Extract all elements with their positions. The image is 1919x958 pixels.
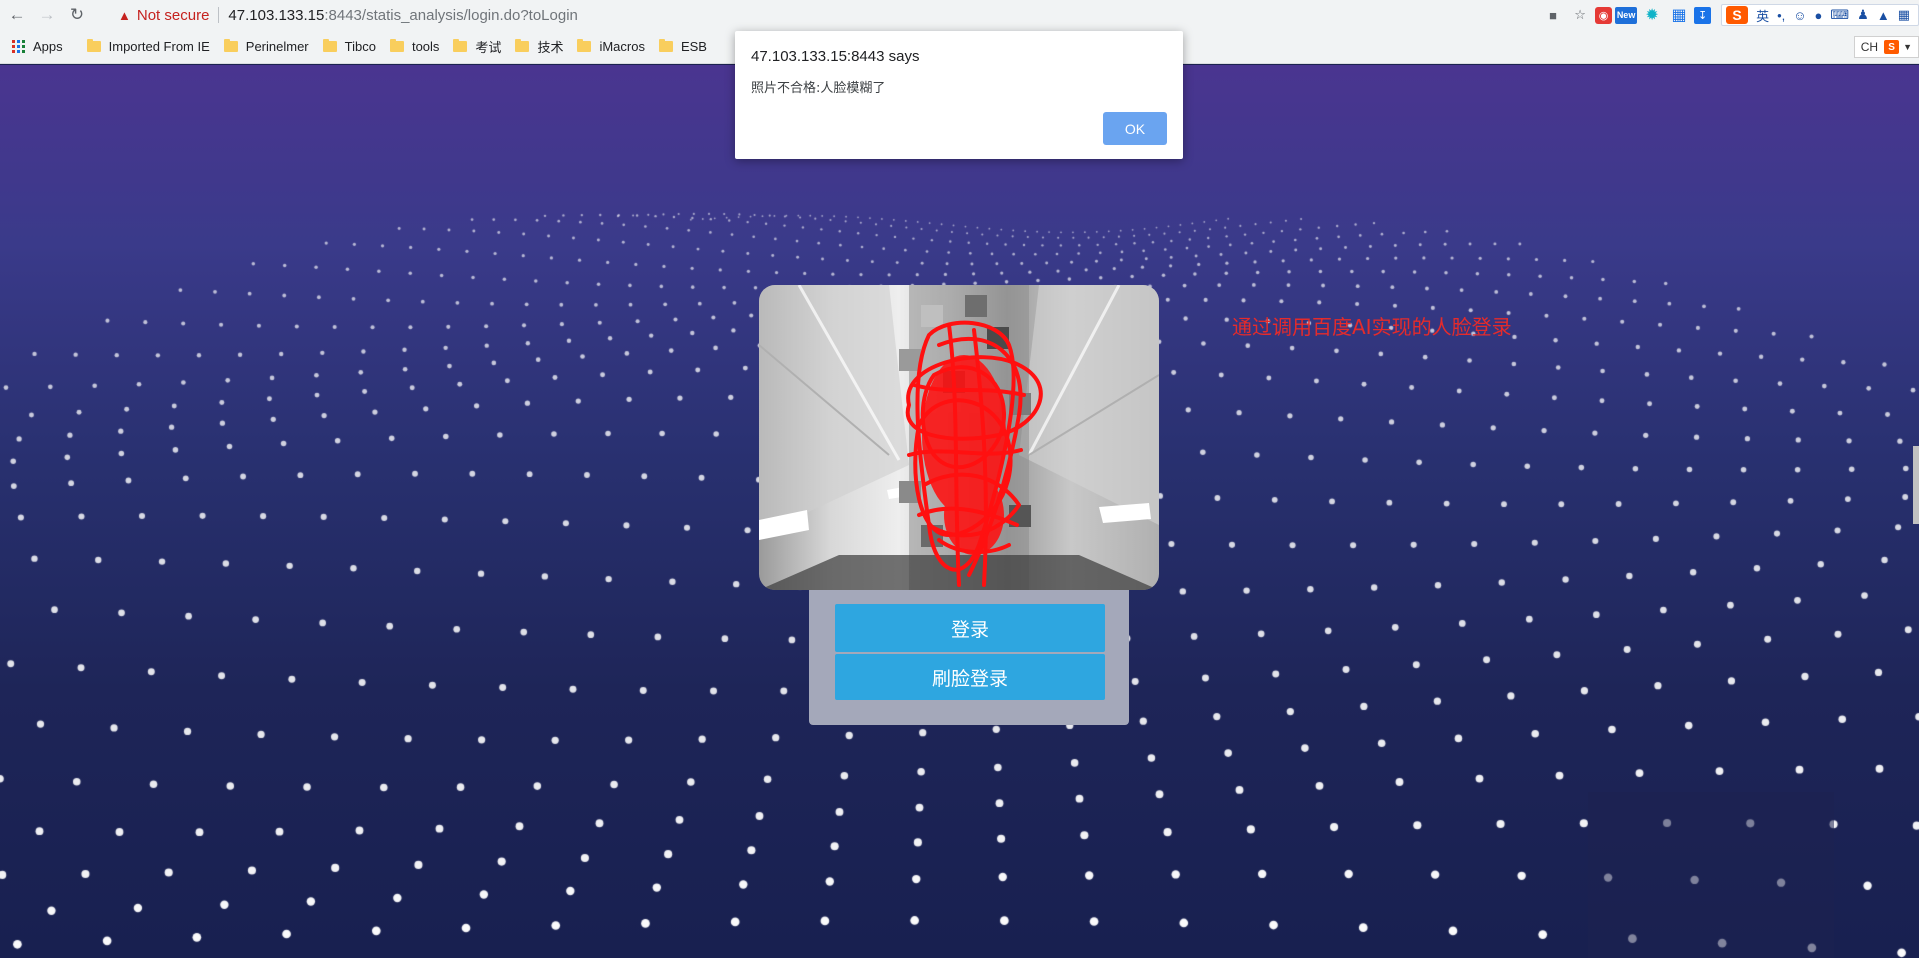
warning-icon: ▲ [118, 7, 131, 23]
folder-icon [223, 39, 238, 52]
address-bar[interactable]: ▲ Not secure 47.103.133.15:8443/statis_a… [108, 3, 1468, 27]
back-icon[interactable]: ← [4, 2, 30, 28]
sogou-logo-icon: S [1726, 6, 1749, 24]
forward-icon[interactable]: → [34, 2, 60, 28]
bookmark-label: ESB [680, 39, 707, 54]
bookmark-tools[interactable]: tools [389, 39, 440, 54]
toolbar-extensions: ■ ☆ ◉ New ✹ ▦ ↧ S 英 •, ☺ ● ⌨ ♟ ▲ ▦ [1538, 0, 1919, 30]
bookmark-perinelmer[interactable]: Perinelmer [223, 39, 309, 54]
bookmark-esb[interactable]: ESB [658, 39, 707, 54]
keyboard-icon[interactable]: ⌨ [1830, 7, 1849, 23]
scrollbar-thumb[interactable] [1913, 446, 1919, 524]
reload-icon[interactable]: ↻ [64, 2, 90, 28]
chevron-down-icon: ▼ [1903, 42, 1912, 52]
bookmark-label: Apps [33, 39, 63, 54]
bookmark-label: 考试 [475, 40, 502, 55]
face-login-annotation: 通过调用百度AI实现的人脸登录 [1232, 315, 1512, 339]
dialog-title: 47.103.133.15:8443 says [751, 48, 920, 65]
apps-grid-icon [12, 40, 25, 53]
login-button[interactable]: 登录 [835, 604, 1105, 652]
input-indicator[interactable]: CH S ▼ [1853, 36, 1919, 58]
bookmark-label: Tibco [344, 39, 376, 54]
bookmark-label: 技术 [537, 40, 564, 55]
folder-icon [86, 39, 101, 52]
folder-icon [322, 39, 337, 52]
emoji-icon[interactable]: ☺ [1793, 8, 1806, 23]
input-lang: CH [1860, 40, 1879, 54]
extension-download-icon[interactable]: ↧ [1694, 6, 1712, 24]
bookmark-label: tools [411, 39, 440, 54]
ime-punct[interactable]: •, [1777, 8, 1785, 23]
extension-react-icon[interactable]: ✹ [1640, 5, 1664, 25]
security-label: Not secure [136, 6, 210, 24]
user-icon[interactable]: ♟ [1857, 7, 1869, 23]
dialog-ok-button[interactable]: OK [1103, 112, 1167, 145]
bookmark-tibco[interactable]: Tibco [322, 39, 376, 54]
ime-lang[interactable]: 英 [1756, 6, 1769, 25]
folder-icon [453, 39, 468, 52]
bookmark-label: Perinelmer [245, 39, 309, 54]
url-path: :8443/statis_analysis/login.do?toLogin [324, 6, 578, 24]
shirt-icon[interactable]: ▲ [1877, 8, 1890, 23]
folder-icon [658, 39, 673, 52]
camera-frame-image [759, 285, 1159, 590]
toolbox-icon[interactable]: ▦ [1898, 7, 1910, 23]
bookmark-imacros[interactable]: iMacros [577, 39, 645, 54]
extension-new-icon[interactable]: New [1615, 6, 1638, 24]
extension-red-icon[interactable]: ◉ [1595, 6, 1613, 24]
camera-preview [759, 285, 1159, 590]
bookmark-label: iMacros [599, 39, 645, 54]
folder-icon [389, 39, 404, 52]
bookmark-tech[interactable]: 技术 [515, 37, 563, 56]
sogou-small-icon: S [1884, 40, 1900, 54]
bookmark-imported-from-ie[interactable]: Imported From IE [86, 39, 210, 54]
bookmark-apps[interactable]: Apps [12, 39, 63, 54]
bookmark-label: Imported From IE [108, 39, 210, 54]
url-host: 47.103.133.15 [228, 6, 325, 24]
star-icon[interactable]: ☆ [1568, 5, 1592, 25]
camera-icon[interactable]: ■ [1541, 5, 1565, 25]
divider [218, 7, 220, 23]
folder-icon [515, 39, 530, 52]
browser-toolbar: ← → ↻ ▲ Not secure 47.103.133.15:8443/st… [0, 0, 1919, 30]
folder-icon [577, 39, 592, 52]
dialog-message: 照片不合格:人脸模糊了 [751, 81, 886, 96]
alert-dialog: 47.103.133.15:8443 says 照片不合格:人脸模糊了 OK [735, 31, 1183, 159]
bookmark-exam[interactable]: 考试 [453, 37, 501, 56]
ime-toolbar[interactable]: S 英 •, ☺ ● ⌨ ♟ ▲ ▦ [1721, 4, 1919, 26]
mic-icon[interactable]: ● [1815, 8, 1823, 23]
corner-panel [1588, 792, 1834, 958]
login-page: 通过调用百度AI实现的人脸登录 登录 刷脸登录 [0, 65, 1919, 958]
extension-grid-icon[interactable]: ▦ [1667, 5, 1691, 25]
face-login-button[interactable]: 刷脸登录 [835, 654, 1105, 700]
